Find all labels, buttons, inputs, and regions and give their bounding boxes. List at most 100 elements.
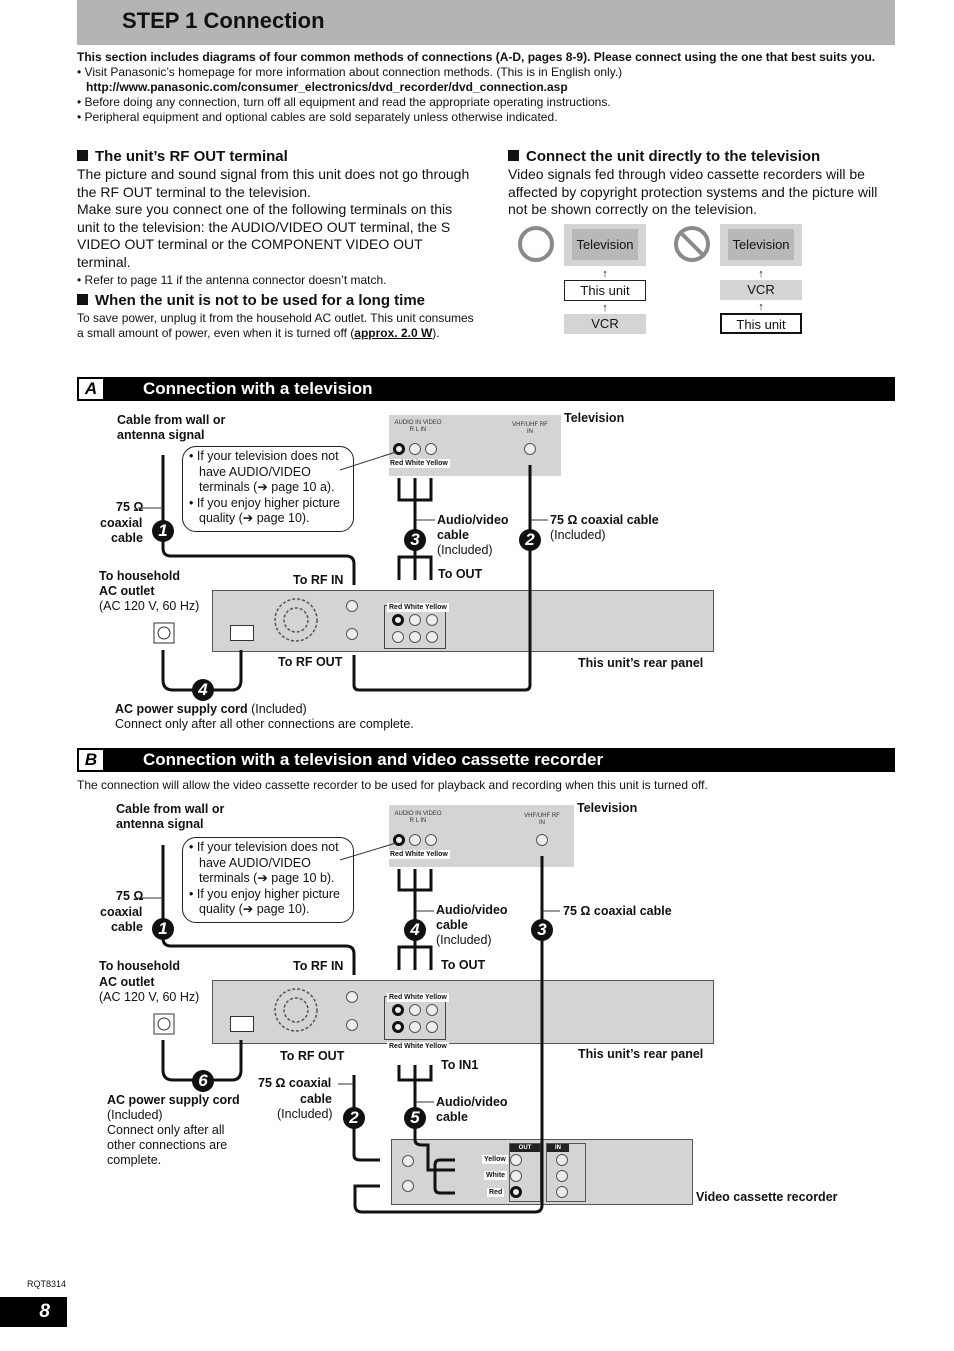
intro-lead: This section includes diagrams of four c… (77, 50, 876, 64)
rf-out-jack (346, 1019, 358, 1031)
rwy-label: Red White Yellow (387, 1042, 449, 1051)
vcr-rf-in-jack (402, 1155, 414, 1167)
to-out-label: To OUT (441, 958, 486, 972)
direct-para: Video signals fed through video cassette… (508, 166, 878, 217)
prohibited-icon (674, 226, 710, 262)
ac-inlet-icon (230, 1016, 254, 1032)
coax-mid-label: cable (300, 1092, 332, 1106)
square-bullet-icon (508, 150, 519, 161)
section-b-title: Connection with a television and video c… (143, 750, 604, 769)
vcr-audio-l-in-jack (556, 1170, 568, 1182)
vcr-audio-l-out-jack (510, 1170, 522, 1182)
included-label: (Included) (107, 1108, 163, 1122)
cable-from-wall-label: Cable from wall or antenna signal (116, 802, 225, 831)
vcr-audio-r-in-jack (556, 1186, 568, 1198)
ac-cord-title: AC power supply cord (115, 702, 248, 716)
household-label: (AC 120 V, 60 Hz) (99, 990, 200, 1004)
note-item: If you enjoy higher picture quality (➔ p… (197, 496, 347, 527)
power-consumption: approx. 2.0 W (354, 326, 433, 340)
ok-circle-icon (518, 226, 554, 262)
tv-video-jack (425, 834, 437, 846)
ac-note: Connect only after all other connections… (107, 1123, 228, 1167)
to-rf-out-label: To RF OUT (278, 655, 343, 669)
av-out-block (384, 996, 446, 1040)
tv-audio-l-jack (409, 834, 421, 846)
coax-label: 75 Ω (116, 500, 144, 514)
intro-bullet: • Peripheral equipment and optional cabl… (77, 110, 558, 124)
page-number-text: 8 (39, 1301, 50, 1322)
av-cable-label: Audio/video cable (437, 513, 509, 542)
out-video-jack (426, 1004, 438, 1016)
step-1-badge: 1 (152, 918, 174, 940)
flow-ok-vcr: VCR (564, 314, 646, 334)
vcr-video-in-jack (556, 1154, 568, 1166)
tv-audio-r-jack (393, 443, 405, 455)
out-audio-r-jack (392, 614, 404, 626)
cable-from-wall-label: Cable from wall or antenna signal (117, 413, 226, 442)
rear-panel-label: This unit’s rear panel (578, 656, 704, 670)
panasonic-url-link[interactable]: http://www.panasonic.com/consumer_electr… (77, 80, 899, 95)
vcr-red-label: Red (487, 1188, 505, 1197)
section-a-bar: A Connection with a television (77, 377, 895, 401)
rf-out-heading: The unit’s RF OUT terminal (77, 148, 477, 166)
rf-out-heading-text: The unit’s RF OUT terminal (95, 148, 288, 165)
included-label: (Included) (247, 702, 307, 716)
included-label: (Included) (437, 543, 493, 557)
rwy-label: Red White Yellow (388, 459, 450, 468)
wall-outlet-icon (153, 622, 175, 644)
doc-code: RQT8314 (27, 1279, 67, 1289)
vcr-label: Video cassette recorder (696, 1190, 838, 1204)
rf-in-jack (346, 991, 358, 1003)
step-3-badge: 3 (531, 919, 553, 941)
tv-video-jack (425, 443, 437, 455)
vcr-video-out-jack (510, 1154, 522, 1166)
flow-bad-this-unit: This unit (720, 313, 802, 334)
out-audio-r-jack (392, 1004, 404, 1016)
tv-rl-label: R L IN (409, 818, 427, 824)
section-b-letter: B (79, 750, 103, 770)
vcr-yellow-label: Yellow (482, 1155, 508, 1164)
rwy-label: Red White Yellow (387, 603, 449, 612)
flow-bad-tv: Television (720, 224, 802, 266)
coax-label: cable (111, 531, 143, 545)
tv-rf-in-label: VHF/UHF RF IN (512, 422, 548, 435)
household-label: AC outlet (99, 975, 155, 989)
note-item: If your television does not have AUDIO/V… (197, 449, 347, 496)
fan-icon (274, 988, 318, 1032)
direct-heading: Connect the unit directly to the televis… (508, 148, 898, 166)
rf-in-jack (346, 600, 358, 612)
long-time-heading: When the unit is not to be used for a lo… (77, 292, 477, 310)
ac-inlet-icon (230, 625, 254, 641)
page-title: STEP 1 Connection (122, 8, 325, 33)
long-time-heading-text: When the unit is not to be used for a lo… (95, 292, 425, 309)
coax-mid-label: 75 Ω coaxial (258, 1076, 332, 1090)
ac-cord-title: AC power supply cord (107, 1093, 240, 1107)
in1-audio-r-jack (392, 1021, 404, 1033)
flow-bad-tv-label: Television (728, 229, 794, 260)
section-b-desc: The connection will allow the video cass… (77, 778, 708, 792)
step-4-badge: 4 (404, 919, 426, 941)
rear-panel-label: This unit’s rear panel (578, 1047, 704, 1061)
step-1-badge: 1 (152, 520, 174, 542)
long-time-text: To save power, unplug it from the househ… (77, 311, 477, 341)
tv-audio-r-jack (393, 834, 405, 846)
coax-label: cable (111, 920, 143, 934)
arrow-up-icon: ↑ (602, 268, 608, 280)
note-item: If your television does not have AUDIO/V… (197, 840, 347, 887)
vcr-audio-r-out-jack (510, 1186, 522, 1198)
square-bullet-icon (77, 150, 88, 161)
title-bar: STEP 1 Connection (77, 0, 895, 45)
coax-label: 75 Ω (116, 889, 144, 903)
tv-rl-label: R L IN (409, 427, 427, 433)
to-rf-out-label: To RF OUT (280, 1049, 345, 1063)
arrow-up-icon: ↑ (758, 301, 764, 313)
included-label: (Included) (436, 933, 492, 947)
vcr-out-label: OUT (510, 1144, 540, 1152)
in1-video-jack (426, 1021, 438, 1033)
step-2-badge: 2 (519, 529, 541, 551)
step-3-badge: 3 (404, 529, 426, 551)
tv-rf-in-label: VHF/UHF RF IN (524, 813, 560, 826)
tv-rf-in-jack (524, 443, 536, 455)
arrow-up-icon: ↑ (758, 268, 764, 280)
rf-out-para1: The picture and sound signal from this u… (77, 166, 470, 200)
